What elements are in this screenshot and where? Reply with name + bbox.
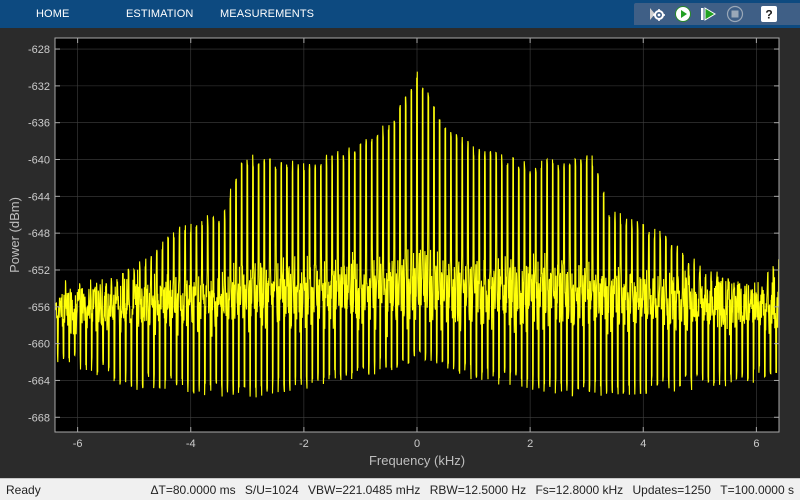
x-tick-labels: -6 -4 -2 0 2 4 6 (73, 438, 760, 450)
status-vbw: VBW=221.0485 mHz (307, 483, 421, 497)
x-tick-label: 2 (527, 438, 533, 450)
status-updates: Updates=1250 (632, 483, 711, 497)
y-tick-labels: -668 -664 -660 -656 -652 -648 -644 -640 -636 -632… (28, 44, 50, 424)
x-tick-label: -2 (299, 438, 309, 450)
y-tick-label: -668 (28, 412, 50, 424)
x-tick-label: 0 (414, 438, 420, 450)
x-tick-label: -6 (73, 438, 83, 450)
y-tick-label: -660 (28, 339, 50, 351)
y-tick-label: -636 (28, 118, 50, 130)
status-ready: Ready (6, 483, 41, 497)
y-tick-label: -652 (28, 265, 50, 277)
status-delta-t: ΔT=80.0000 ms (150, 483, 236, 497)
status-time: T=100.0000 s (720, 483, 794, 497)
status-samples-per-update: S/U=1024 (244, 483, 299, 497)
x-tick-label: -4 (186, 438, 196, 450)
y-tick-label: -628 (28, 44, 50, 56)
y-tick-label: -632 (28, 81, 50, 93)
y-tick-label: -656 (28, 302, 50, 314)
spectrum-plot[interactable]: -6 -4 -2 0 2 4 6 -668-664-660-656-652-648-644-… (0, 0, 800, 500)
y-tick-label: -640 (28, 155, 50, 167)
y-tick-label: -648 (28, 228, 50, 240)
x-tick-label: 4 (640, 438, 646, 450)
status-metrics: ΔT=80.0000 ms S/U=1024 VBW=221.0485 mHz … (145, 479, 794, 500)
x-axis-label: Frequency (kHz) (369, 453, 465, 468)
y-tick-label: -664 (28, 375, 50, 387)
status-rbw: RBW=12.5000 Hz (429, 483, 527, 497)
x-tick-label: 6 (753, 438, 759, 450)
y-axis-label: Power (dBm) (7, 197, 22, 273)
y-tick-label: -644 (28, 191, 50, 203)
status-bar: Ready ΔT=80.0000 ms S/U=1024 VBW=221.048… (0, 478, 800, 500)
status-fs: Fs=12.8000 kHz (535, 483, 624, 497)
